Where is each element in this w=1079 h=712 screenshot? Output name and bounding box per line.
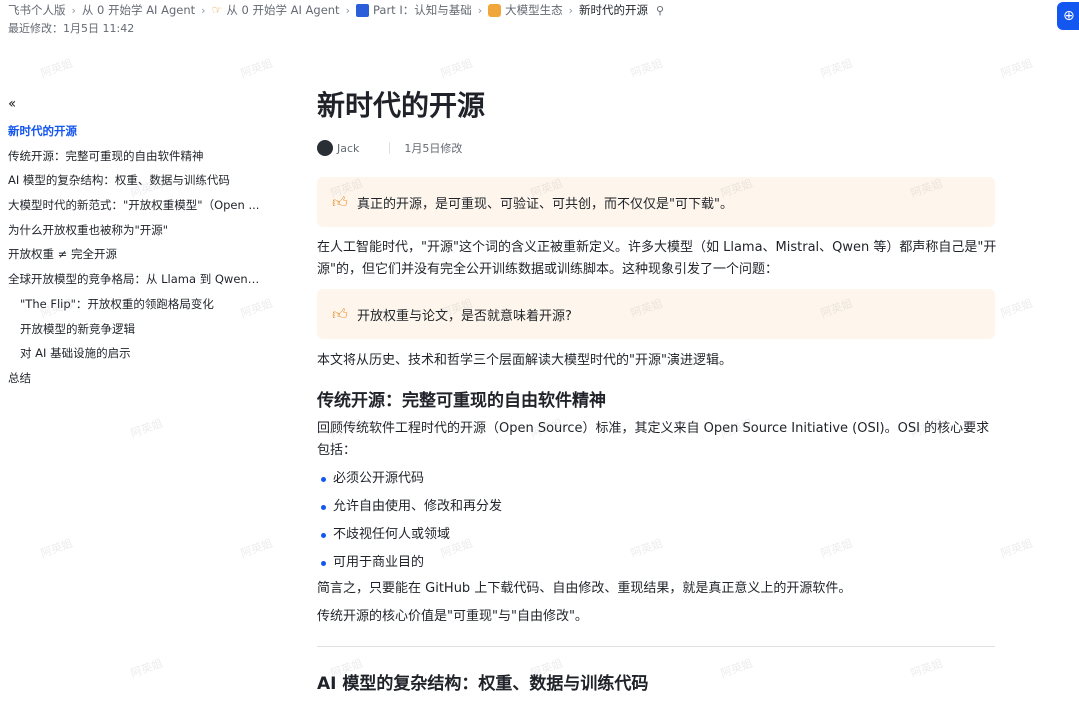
breadcrumb: 飞书个人版 › 从 0 开始学 AI Agent › ☞ 从 0 开始学 AI A… — [8, 2, 664, 18]
author-name[interactable]: Jack — [337, 142, 359, 155]
thumbs-up-icon: 👍︎ — [332, 304, 348, 323]
divider — [317, 646, 995, 647]
intro-paragraph: 在人工智能时代，"开源"这个词的含义正被重新定义。许多大模型（如 Llama、M… — [317, 240, 997, 277]
chevron-right-icon: › — [71, 3, 76, 17]
last-edited-time: 最近修改：1月5日 11:42 — [8, 22, 135, 35]
watermark-text: 阿英姐 — [628, 56, 665, 81]
outline-item[interactable]: 开放权重 ≠ 完全开源 — [8, 242, 262, 267]
breadcrumb-label: 从 0 开始学 AI Agent — [226, 3, 340, 17]
list-item-text: 必须公开源代码 — [333, 471, 425, 486]
list-item: 可用于商业目的 — [317, 549, 997, 577]
page-title: 新时代的开源 — [317, 89, 486, 122]
share-button[interactable]: ⊕ — [1057, 2, 1079, 30]
breadcrumb-label: 从 0 开始学 AI Agent — [81, 3, 196, 17]
outline-item[interactable]: 总结 — [8, 366, 262, 391]
breadcrumb-item-current[interactable]: 新时代的开源 — [579, 2, 648, 18]
collapse-outline-icon[interactable]: ‹‹ — [8, 96, 16, 112]
watermark-text: 阿英姐 — [998, 296, 1035, 321]
pin-icon[interactable]: ⚲ — [656, 4, 664, 17]
document-body: 新时代的开源 Jack 1月5日修改 👍︎ 真正的开源，是可重现、可验证、可共创… — [317, 86, 997, 697]
bullet-dot — [321, 561, 326, 566]
list-item: 允许自由使用、修改和再分发 — [317, 493, 997, 521]
outline-item[interactable]: 新时代的开源 — [8, 119, 262, 144]
watermark-text: 阿英姐 — [998, 536, 1035, 561]
bullet-dot — [321, 505, 326, 510]
watermark-text: 阿英姐 — [128, 656, 165, 681]
watermark-text: 阿英姐 — [38, 536, 75, 561]
watermark-text: 阿英姐 — [998, 56, 1035, 81]
section-heading: AI 模型的复杂结构：权重、数据与训练代码 — [317, 674, 649, 694]
thumbs-up-icon: 👍︎ — [332, 192, 348, 211]
watermark-text: 阿英姐 — [238, 56, 275, 81]
avatar[interactable] — [317, 140, 333, 156]
breadcrumb-label: Part Ⅰ：认知与基础 — [372, 3, 472, 17]
callout-block[interactable]: 👍︎ 开放权重与论文，是否就意味着开源? — [317, 289, 995, 339]
hand-icon: ☞ — [211, 2, 223, 17]
breadcrumb-item-ecosystem[interactable]: 大模型生态 — [488, 2, 563, 18]
breadcrumb-item-course-home[interactable]: ☞ 从 0 开始学 AI Agent — [212, 2, 340, 18]
breadcrumb-item-course[interactable]: 从 0 开始学 AI Agent — [82, 2, 195, 18]
outline-item[interactable]: 全球开放模型的竞争格局：从 Llama 到 Qwen ... — [8, 267, 262, 292]
breadcrumb-label: 大模型生态 — [505, 3, 563, 17]
modified-date: 1月5日修改 — [404, 142, 463, 155]
watermark-text: 阿英姐 — [238, 536, 275, 561]
list-item: 必须公开源代码 — [317, 465, 997, 493]
breadcrumb-label: 飞书个人版 — [8, 3, 66, 17]
chevron-right-icon: › — [568, 3, 574, 17]
watermark-text: 阿英姐 — [128, 416, 165, 441]
list-item: 不歧视任何人或领域 — [317, 521, 997, 549]
section-heading: 传统开源：完整可重现的自由软件精神 — [317, 391, 606, 411]
watermark-text: 阿英姐 — [818, 56, 855, 81]
list-item-text: 允许自由使用、修改和再分发 — [333, 499, 503, 514]
outline-list: 新时代的开源 传统开源：完整可重现的自由软件精神 AI 模型的复杂结构：权重、数据与… — [8, 119, 262, 391]
breadcrumb-item-part1[interactable]: Part Ⅰ：认知与基础 — [355, 2, 472, 18]
list-item-text: 可用于商业目的 — [333, 555, 425, 570]
outline-item[interactable]: AI 模型的复杂结构：权重、数据与训练代码 — [8, 168, 262, 193]
bullet-dot — [321, 477, 326, 482]
top-bar: 飞书个人版 › 从 0 开始学 AI Agent › ☞ 从 0 开始学 AI A… — [0, 0, 1079, 40]
chevron-right-icon: › — [345, 3, 350, 17]
outline-item[interactable]: 为什么开放权重也被称为"开源" — [8, 218, 262, 243]
outline-item[interactable]: "The Flip"：开放权重的领跑格局变化 — [8, 292, 262, 317]
callout-text: 开放权重与论文，是否就意味着开源? — [357, 308, 572, 324]
outline-item[interactable]: 传统开源：完整可重现的自由软件精神 — [8, 144, 262, 169]
outline-item[interactable]: 大模型时代的新范式："开放权重模型"（Open ... — [8, 193, 262, 218]
breadcrumb-item-workspace[interactable]: 飞书个人版 — [8, 2, 66, 18]
chevron-right-icon: › — [201, 3, 206, 17]
core-value-paragraph: 传统开源的核心价值是"可重现"与"自由修改"。 — [317, 609, 588, 624]
doc-meta: Jack 1月5日修改 — [317, 138, 997, 158]
callout-block[interactable]: 👍︎ 真正的开源，是可重现、可验证、可共创，而不仅仅是"可下载"。 — [317, 177, 995, 227]
outline-item[interactable]: 开放模型的新竞争逻辑 — [8, 317, 262, 342]
watermark-text: 阿英姐 — [38, 56, 75, 81]
part-icon — [355, 3, 369, 17]
bullet-list: 必须公开源代码 允许自由使用、修改和再分发 不歧视任何人或领域 可用于商业目的 — [317, 465, 997, 577]
eco-icon — [488, 3, 502, 17]
callout-text: 真正的开源，是可重现、可验证、可共创，而不仅仅是"可下载"。 — [357, 196, 733, 212]
summary-paragraph: 本文将从历史、技术和哲学三个层面解读大模型时代的"开源"演进逻辑。 — [317, 353, 732, 368]
bullet-dot — [321, 533, 326, 538]
list-item-text: 不歧视任何人或领域 — [333, 527, 451, 542]
chevron-right-icon: › — [477, 3, 483, 17]
outline-item[interactable]: 对 AI 基础设施的启示 — [8, 341, 262, 366]
breadcrumb-label: 新时代的开源 — [579, 3, 649, 17]
meta-divider — [389, 142, 391, 154]
watermark-text: 阿英姐 — [438, 56, 475, 81]
osi-paragraph: 回顾传统软件工程时代的开源（Open Source）标准，其定义来自 Open … — [317, 421, 990, 458]
simple-paragraph: 简言之，只要能在 GitHub 上下载代码、自由修改、重现结果，就是真正意义上的… — [317, 581, 852, 596]
